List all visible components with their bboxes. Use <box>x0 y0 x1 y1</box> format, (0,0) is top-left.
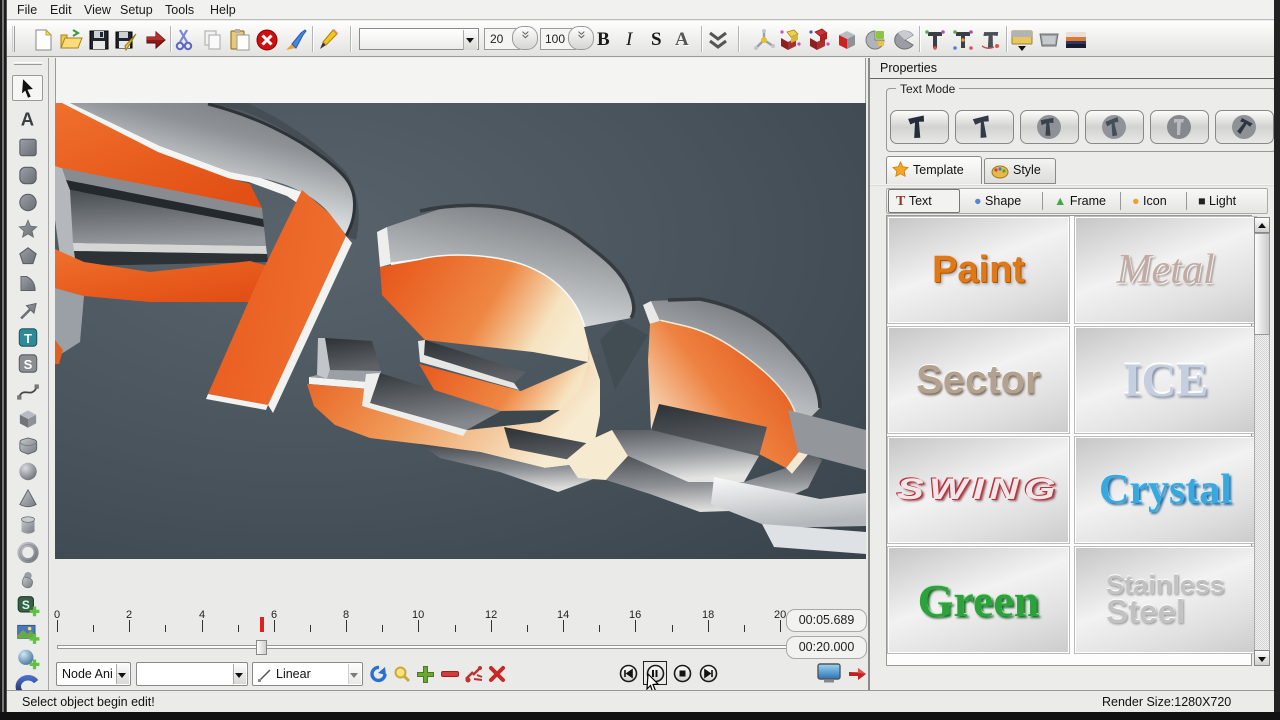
svg-text:S: S <box>22 598 30 612</box>
svg-text:S: S <box>24 357 33 372</box>
svg-text:T: T <box>24 331 32 346</box>
svg-text:A: A <box>21 108 34 129</box>
